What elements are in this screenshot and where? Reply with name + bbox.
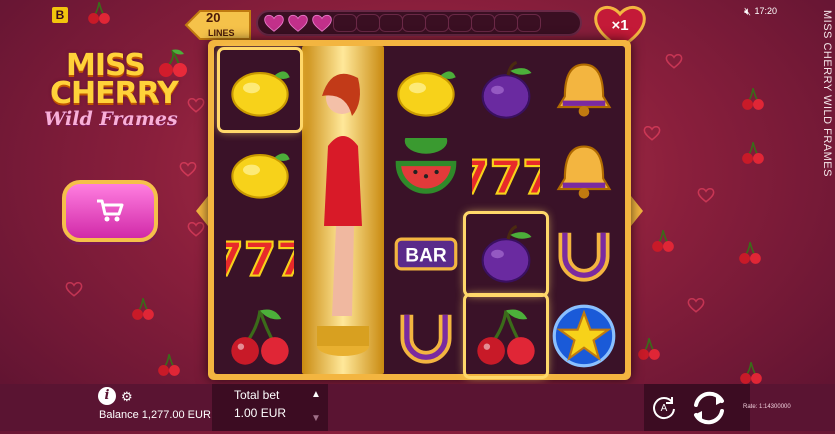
background-cherry-icon bbox=[742, 87, 764, 110]
brand-logo: B bbox=[52, 7, 68, 23]
reel-grid: 777 BAR 777 bbox=[214, 46, 625, 379]
svg-text:777: 777 bbox=[472, 151, 540, 205]
meter-slot-empty bbox=[448, 14, 472, 32]
reel-arrow-right bbox=[631, 196, 643, 226]
heart-meter bbox=[256, 10, 582, 36]
cart-icon bbox=[97, 199, 124, 222]
bell-icon bbox=[556, 63, 612, 117]
cherry-icon bbox=[477, 309, 535, 365]
lemon-icon bbox=[231, 71, 290, 117]
game-logo: MISS CHERRY Wild Frames bbox=[40, 49, 190, 136]
background-cherry-icon bbox=[739, 241, 761, 264]
autoplay-button[interactable]: A bbox=[651, 394, 677, 420]
bet-decrease-button[interactable]: ▼ bbox=[311, 413, 321, 424]
lines-count: 20 bbox=[206, 10, 221, 25]
logo-line-cherry: CHERRY bbox=[50, 76, 179, 111]
meter-slot-empty bbox=[425, 14, 449, 32]
shop-button[interactable] bbox=[62, 180, 158, 242]
horseshoe-icon bbox=[558, 232, 610, 282]
balance-label: Balance 1,277.00 EUR bbox=[99, 409, 211, 421]
meter-slot-empty bbox=[402, 14, 426, 32]
svg-text:777: 777 bbox=[226, 233, 294, 287]
background-heart-icon bbox=[665, 53, 683, 69]
total-bet-label: Total bet bbox=[234, 388, 280, 402]
bet-increase-button[interactable]: ▲ bbox=[311, 389, 321, 400]
logo-cherry-icon bbox=[159, 49, 187, 77]
reel-cell-bell bbox=[544, 50, 624, 130]
background-heart-icon bbox=[697, 187, 715, 203]
reel-frame: 777 BAR 777 bbox=[208, 40, 631, 380]
lines-badge: 20 LINES bbox=[184, 8, 254, 42]
star-icon bbox=[552, 304, 616, 368]
background-cherry-icon bbox=[158, 353, 180, 376]
reel-cell-star bbox=[544, 296, 624, 376]
speaker-mute-icon[interactable]: 🔇︎ bbox=[744, 6, 751, 19]
background-cherry-icon bbox=[638, 337, 660, 360]
background-cherry-icon bbox=[740, 361, 762, 384]
background-cherry-icon bbox=[132, 297, 154, 320]
meter-slot-empty bbox=[333, 14, 357, 32]
miss-cherry-wild-icon bbox=[317, 73, 369, 356]
meter-heart-filled bbox=[264, 14, 284, 32]
plum-icon bbox=[481, 60, 532, 119]
info-icon[interactable]: i bbox=[98, 387, 116, 405]
bell-icon bbox=[556, 145, 612, 199]
lemon-icon bbox=[397, 71, 456, 117]
rate-label: Rate: 1:14300000 bbox=[743, 404, 791, 410]
reel-cell-plum bbox=[463, 211, 549, 297]
reel-cell-horseshoe bbox=[386, 296, 466, 376]
spin-icon bbox=[694, 391, 724, 425]
horseshoe-icon bbox=[400, 314, 452, 364]
reel-cell-lemon bbox=[386, 50, 466, 130]
reel-cell-bell bbox=[544, 132, 624, 212]
reel-cell-cherry bbox=[220, 296, 300, 376]
watermelon-icon bbox=[395, 138, 457, 194]
svg-text:BAR: BAR bbox=[405, 245, 447, 266]
reel-cell-cherry bbox=[463, 293, 549, 379]
background-cherry-icon bbox=[652, 229, 674, 252]
background-cherry-icon bbox=[88, 1, 110, 24]
cherry-icon bbox=[231, 309, 289, 365]
seven-icon: 777 bbox=[226, 232, 294, 288]
reel-cell-horseshoe bbox=[544, 214, 624, 294]
total-bet-value: 1.00 EUR bbox=[234, 406, 287, 420]
background-heart-icon bbox=[187, 221, 205, 237]
seven-icon: 777 bbox=[472, 150, 540, 206]
background-heart-icon bbox=[65, 281, 83, 297]
meter-heart-filled bbox=[312, 14, 332, 32]
clock: 17:20 bbox=[754, 6, 777, 16]
background-heart-icon bbox=[687, 297, 705, 313]
reel-cell-lemon bbox=[220, 132, 300, 212]
reel-cell-seven: 777 bbox=[220, 214, 300, 294]
plum-icon bbox=[481, 224, 532, 283]
meter-slot-empty bbox=[356, 14, 380, 32]
reel-cell-lemon bbox=[217, 47, 303, 133]
wild-frame-reel bbox=[302, 46, 384, 374]
meter-slot-empty bbox=[379, 14, 403, 32]
bar-icon: BAR bbox=[394, 237, 458, 271]
lines-label: LINES bbox=[208, 28, 235, 38]
game-title-vertical: MISS CHERRY WILD FRAMES bbox=[821, 10, 833, 177]
logo-line-wild-frames: Wild Frames bbox=[44, 108, 178, 130]
gear-icon[interactable]: ⚙ bbox=[121, 389, 133, 405]
lemon-icon bbox=[231, 153, 290, 199]
meter-heart-filled bbox=[288, 14, 308, 32]
multiplier-value: ×1 bbox=[611, 17, 629, 34]
reel-cell-bar: BAR bbox=[386, 214, 466, 294]
spin-button[interactable] bbox=[688, 387, 730, 429]
reel-cell-plum bbox=[466, 50, 546, 130]
meter-slot-empty bbox=[494, 14, 518, 32]
svg-text:A: A bbox=[661, 403, 668, 414]
reel-cell-watermelon bbox=[386, 132, 466, 212]
reel-cell-seven: 777 bbox=[466, 132, 546, 212]
meter-slot-empty bbox=[517, 14, 541, 32]
autoplay-icon: A bbox=[653, 397, 675, 420]
background-cherry-icon bbox=[742, 141, 764, 164]
meter-slot-empty bbox=[471, 14, 495, 32]
background-heart-icon bbox=[643, 125, 661, 141]
background-heart-icon bbox=[179, 161, 197, 177]
